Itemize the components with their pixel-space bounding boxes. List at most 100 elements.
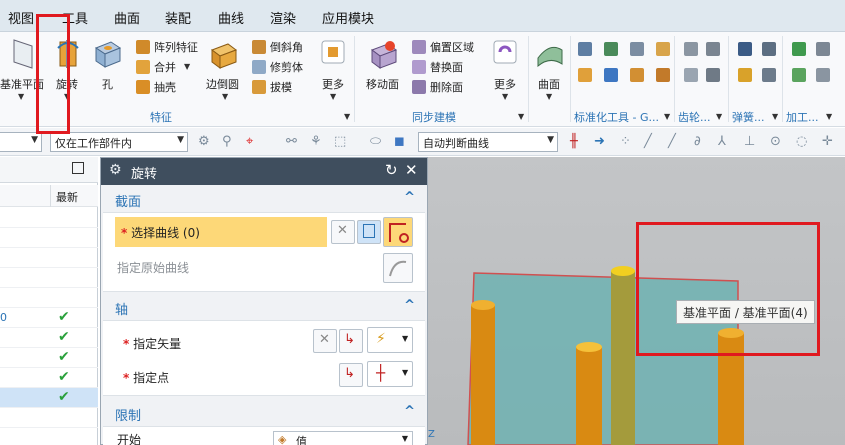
origin-curve-button[interactable] <box>383 253 413 283</box>
standard-tool-icon[interactable] <box>604 68 618 82</box>
chamfer-button[interactable]: 倒斜角 <box>250 38 312 56</box>
machining-tool-icon[interactable] <box>816 42 830 56</box>
gear-icon[interactable]: ⚙ <box>109 162 122 178</box>
table-row[interactable] <box>0 288 98 308</box>
start-type-dropdown[interactable]: ◈ 值 ▼ <box>273 431 413 445</box>
surface-button[interactable]: 曲面 ▼ <box>532 34 568 104</box>
standard-tool-icon[interactable] <box>656 68 670 82</box>
menu-render[interactable]: 渲染 <box>270 8 296 27</box>
table-row[interactable] <box>0 208 98 228</box>
gear-tool-icon[interactable] <box>706 68 720 82</box>
group-expand-icon[interactable]: ▼ <box>772 112 778 121</box>
point-type-dropdown[interactable]: ┼ ▼ <box>367 361 413 387</box>
delete-face-button[interactable]: 删除面 <box>410 78 482 96</box>
standard-tool-icon[interactable] <box>578 68 592 82</box>
filter-combo[interactable]: ▼ <box>0 132 42 152</box>
standard-tool-icon[interactable] <box>604 42 618 56</box>
group-expand-icon[interactable]: ▼ <box>518 112 524 121</box>
group-expand-icon[interactable]: ▼ <box>826 112 832 121</box>
point-snap-icon[interactable]: ✛ <box>822 134 833 149</box>
more-button[interactable]: 更多 ▼ <box>316 34 350 104</box>
curve-snap-icon[interactable]: ∂ <box>694 134 701 149</box>
trim-body-button[interactable]: 修剪体 <box>250 58 312 76</box>
solid-icon[interactable]: ◼ <box>394 134 405 149</box>
group-expand-icon[interactable]: ▼ <box>344 112 350 121</box>
standard-tool-icon[interactable] <box>630 42 644 56</box>
section-header-axis[interactable]: 轴 ^ <box>103 296 425 318</box>
table-row[interactable] <box>0 268 98 288</box>
array-feature-button[interactable]: 阵列特征 <box>134 38 202 56</box>
draft-button[interactable]: 拔模 <box>250 78 312 96</box>
follow-fillet-icon[interactable]: ➜ <box>594 134 605 149</box>
point-dialog-button[interactable]: ↳ <box>339 363 363 387</box>
vector-type-dropdown[interactable]: ⚡ ▼ <box>367 327 413 353</box>
spring-tool-icon[interactable] <box>762 68 776 82</box>
deselect-button[interactable]: ✕ <box>331 220 355 244</box>
table-row[interactable]: ✔ <box>0 348 98 368</box>
menu-surface[interactable]: 曲面 <box>114 8 140 27</box>
standard-tool-icon[interactable] <box>578 42 592 56</box>
table-row[interactable] <box>0 228 98 248</box>
table-row[interactable]: ✔ <box>0 368 98 388</box>
end-snap-icon[interactable]: ╱ <box>668 134 676 149</box>
curve-selection-button[interactable] <box>383 217 413 247</box>
close-icon[interactable]: ✕ <box>405 161 418 179</box>
center-snap-icon[interactable]: ⊙ <box>770 134 781 149</box>
sketch-section-button[interactable] <box>357 220 381 244</box>
gear-tool-icon[interactable] <box>706 42 720 56</box>
table-row[interactable] <box>0 248 98 268</box>
section-header-limits[interactable]: 限制 ^ <box>103 402 425 424</box>
filter-icon[interactable]: ⚲ <box>222 134 232 149</box>
standard-tool-icon[interactable] <box>656 42 670 56</box>
replace-face-button[interactable]: 替换面 <box>410 58 482 76</box>
table-row[interactable]: ✔ <box>0 328 98 348</box>
standard-tool-icon[interactable] <box>630 68 644 82</box>
select-face-icon[interactable]: ⚘ <box>310 134 322 149</box>
machining-tool-icon[interactable] <box>816 68 830 82</box>
offset-region-button[interactable]: 偏置区域 <box>410 38 482 56</box>
spring-tool-icon[interactable] <box>738 42 752 56</box>
menu-assembly[interactable]: 装配 <box>165 8 191 27</box>
gear-tool-icon[interactable] <box>684 68 698 82</box>
table-row[interactable] <box>0 408 98 428</box>
line-snap-icon[interactable]: ╱ <box>644 134 652 149</box>
move-face-button[interactable]: 移动面 <box>362 34 406 94</box>
spring-tool-icon[interactable] <box>762 42 776 56</box>
hole-button[interactable]: 孔 <box>90 34 126 94</box>
shell-button[interactable]: 抽壳 <box>134 78 202 96</box>
eraser-icon[interactable]: ⬭ <box>370 134 381 149</box>
select-point-icon[interactable]: ⌖ <box>246 134 253 149</box>
spring-tool-icon[interactable] <box>738 68 752 82</box>
table-row[interactable] <box>0 428 98 445</box>
midpoint-snap-icon[interactable]: ⅄ <box>718 134 726 149</box>
curve-rule-combo[interactable]: 自动判断曲线 ▼ <box>418 132 558 152</box>
select-feature-icon[interactable]: ⚯ <box>286 134 297 149</box>
select-curve-row[interactable]: * 选择曲线 (0) <box>115 217 327 247</box>
table-row-selected[interactable]: ✔ <box>0 388 98 408</box>
snap-icon[interactable]: ⚙ <box>198 134 210 149</box>
machining-tool-icon[interactable] <box>792 42 806 56</box>
maximize-icon[interactable] <box>72 162 84 174</box>
group-expand-icon[interactable]: ▼ <box>716 112 722 121</box>
feature-curve-icon[interactable]: ⁘ <box>620 134 631 149</box>
reset-icon[interactable]: ↻ <box>385 161 398 179</box>
gear-tool-icon[interactable] <box>684 42 698 56</box>
section-header-profile[interactable]: 截面 ^ <box>103 188 425 210</box>
unite-button[interactable]: 合并 ▼ <box>134 58 202 76</box>
table-row[interactable]: 0 ✔ <box>0 308 98 328</box>
group-expand-icon[interactable]: ▼ <box>664 112 670 121</box>
scope-combo[interactable]: 仅在工作部件内 ▼ <box>50 132 188 152</box>
quadrant-snap-icon[interactable]: ◌ <box>796 134 807 149</box>
vector-dialog-button[interactable]: ↳ <box>339 329 363 353</box>
edge-blend-button[interactable]: 边倒圆 ▼ <box>204 34 244 104</box>
stop-at-intersection-icon[interactable]: ╫ <box>570 134 578 149</box>
chevron-down-icon: ▼ <box>184 62 191 71</box>
menu-curve[interactable]: 曲线 <box>218 8 244 27</box>
reverse-direction-button[interactable]: ✕ <box>313 329 337 353</box>
box-select-icon[interactable]: ⬚ <box>334 134 346 149</box>
more-sync-button[interactable]: 更多 ▼ <box>488 34 522 104</box>
machining-tool-icon[interactable] <box>792 68 806 82</box>
menu-view[interactable]: 视图 <box>8 8 34 27</box>
menu-application[interactable]: 应用模块 <box>322 8 374 27</box>
perpendicular-snap-icon[interactable]: ⊥ <box>744 134 755 149</box>
